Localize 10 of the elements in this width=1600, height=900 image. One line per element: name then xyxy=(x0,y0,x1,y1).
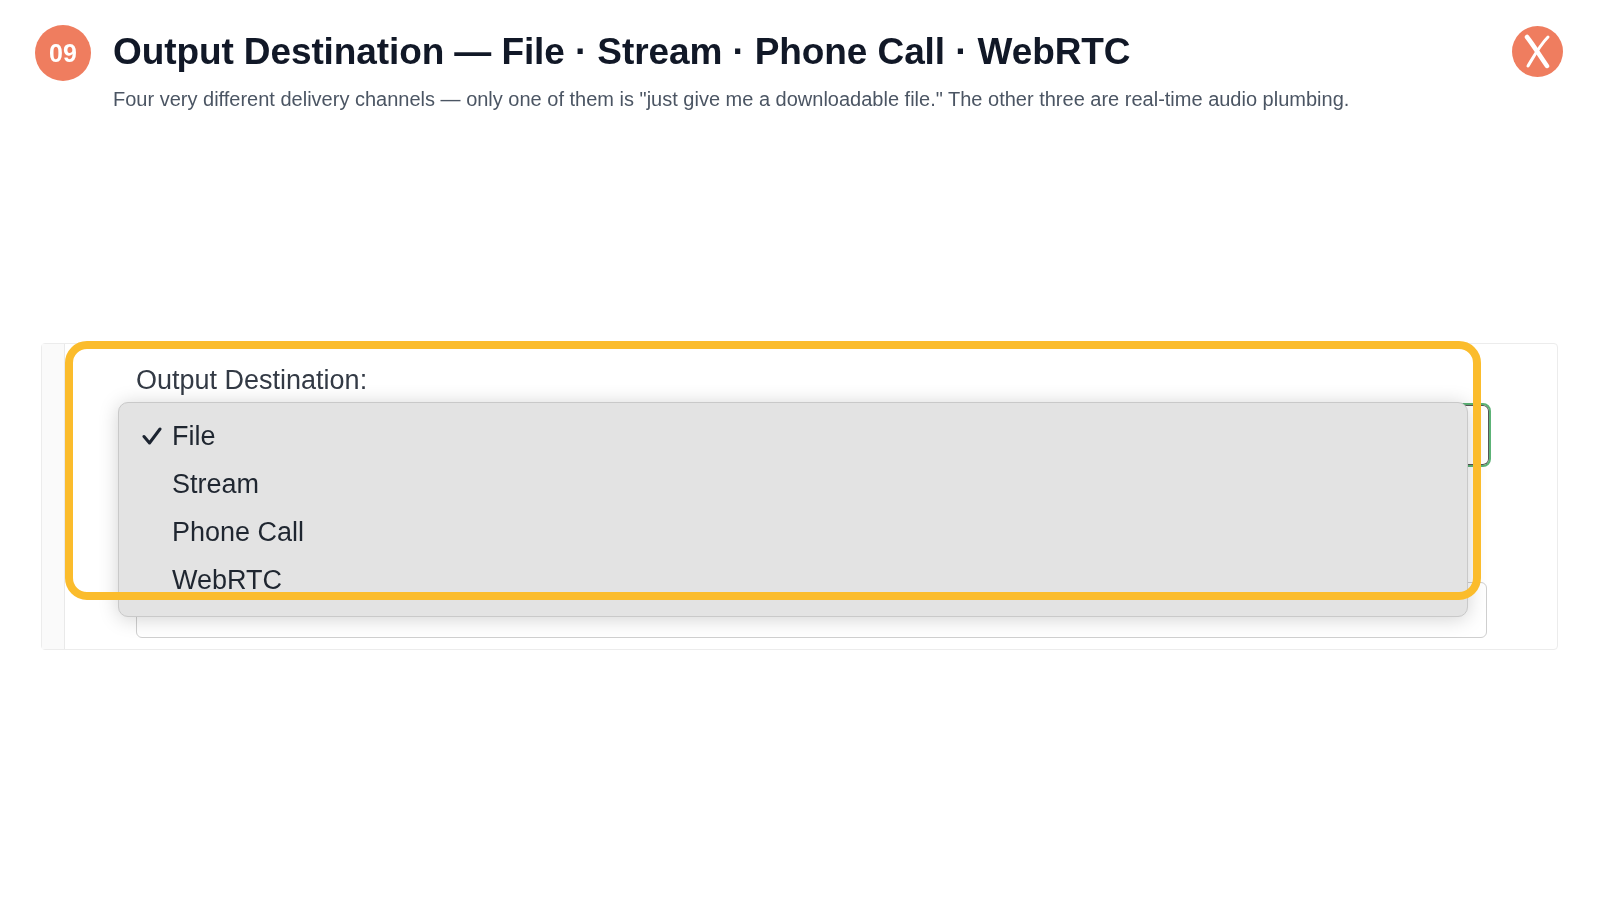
menu-option[interactable]: WebRTC xyxy=(119,556,1467,604)
menu-option[interactable]: File xyxy=(119,412,1467,460)
page-title: Output Destination — File · Stream · Phone Call · WebRTC xyxy=(113,31,1132,73)
menu-option[interactable]: Stream xyxy=(119,460,1467,508)
menu-option[interactable]: Phone Call xyxy=(119,508,1467,556)
step-badge: 09 xyxy=(35,25,91,81)
checkmark-icon xyxy=(142,427,162,445)
page-subtitle: Four very different delivery channels — only one of them is "just give me a downloadable file." The other three are real-time audio plumbing. xyxy=(113,87,1350,111)
logo-icon xyxy=(1512,26,1563,77)
field-label: Output Destination: xyxy=(136,364,369,396)
